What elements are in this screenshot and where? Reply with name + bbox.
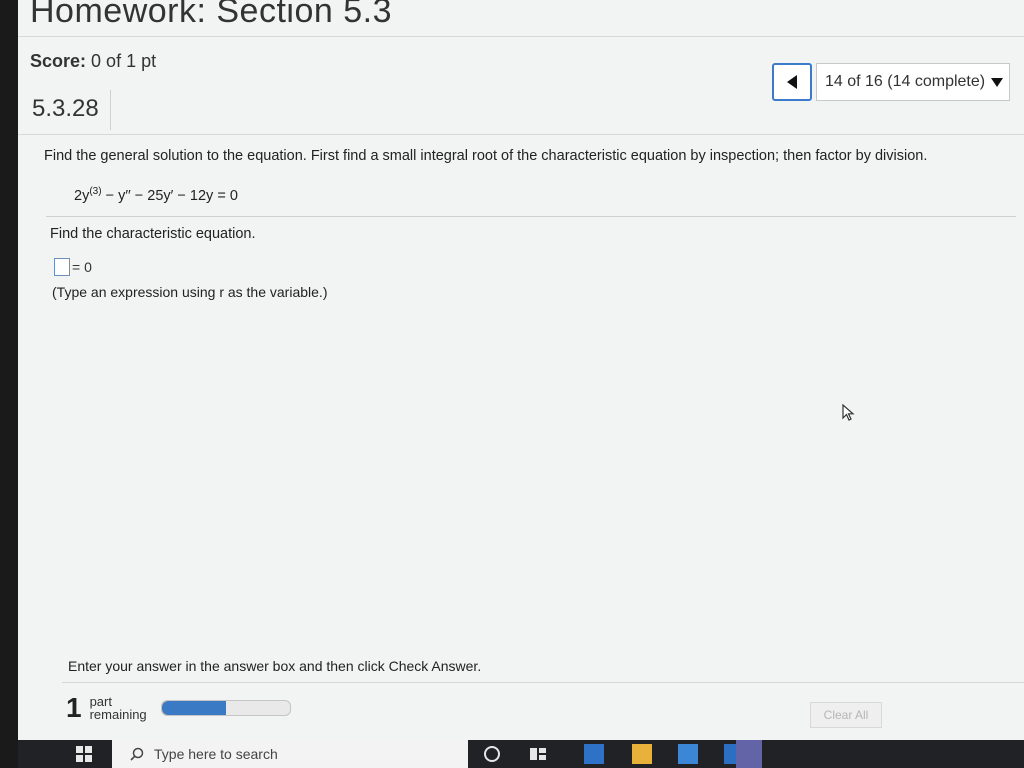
parts-label: part remaining: [90, 695, 147, 721]
previous-question-button[interactable]: [772, 63, 812, 101]
score-label: Score:: [30, 51, 87, 71]
browser-page: Homework: Section 5.3 Score: 0 of 1 pt 1…: [18, 0, 1024, 740]
app-icon-teams[interactable]: [736, 740, 762, 768]
answer-equals-zero: = 0: [72, 259, 92, 275]
differential-equation: 2y(3) − y′′ − 25y′ − 12y = 0: [74, 186, 238, 204]
app-icon-edge[interactable]: [584, 744, 604, 764]
windows-logo-icon[interactable]: [76, 746, 92, 762]
cortana-circle-icon[interactable]: [484, 746, 500, 762]
answer-instructions: Enter your answer in the answer box and …: [68, 658, 482, 674]
question-selector-label: 14 of 16 (14 complete): [825, 73, 986, 90]
app-icon-store[interactable]: [678, 744, 698, 764]
equation-superscript: (3): [89, 186, 102, 197]
parts-label-line2: remaining: [89, 707, 147, 722]
score-value: 0 of 1 pt: [91, 51, 157, 71]
clear-all-button[interactable]: Clear All: [810, 702, 882, 728]
parts-remaining: 1 part remaining: [66, 692, 291, 724]
progress-fill: [161, 701, 226, 715]
footer-divider: [62, 682, 1024, 683]
task-view-icon[interactable]: [530, 746, 546, 762]
search-icon: [130, 747, 144, 761]
progress-bar: [160, 700, 291, 716]
question-number: 5.3.28: [32, 95, 99, 122]
caret-down-icon: [991, 77, 1004, 87]
search-placeholder: Type here to search: [154, 746, 278, 762]
header-divider: [18, 36, 1024, 37]
question-selector-dropdown[interactable]: 14 of 16 (14 complete): [816, 63, 1010, 101]
question-instruction: Find the general solution to the equatio…: [44, 148, 928, 164]
app-icon-file-explorer[interactable]: [632, 744, 652, 764]
equation-rest: − y′′ − 25y′ − 12y = 0: [101, 187, 238, 204]
answer-row: = 0: [54, 258, 92, 276]
equation-divider: [46, 216, 1016, 217]
parts-count: 1: [66, 692, 82, 723]
screen-bezel: [0, 0, 18, 768]
chevron-left-icon: [787, 75, 797, 89]
answer-hint: (Type an expression using r as the varia…: [52, 284, 328, 300]
question-navigation: 14 of 16 (14 complete): [772, 62, 1010, 102]
page-title: Homework: Section 5.3: [30, 0, 392, 30]
equation-prefix: 2y: [74, 187, 90, 204]
taskbar-search-box[interactable]: Type here to search: [112, 740, 468, 768]
answer-input[interactable]: [54, 258, 70, 276]
question-divider: [18, 134, 1024, 135]
score-display: Score: 0 of 1 pt: [30, 51, 156, 72]
question-number-box: 5.3.28: [24, 90, 111, 130]
characteristic-prompt: Find the characteristic equation.: [50, 226, 256, 242]
mouse-pointer-icon: [842, 403, 856, 427]
windows-taskbar: Type here to search: [18, 740, 1024, 768]
